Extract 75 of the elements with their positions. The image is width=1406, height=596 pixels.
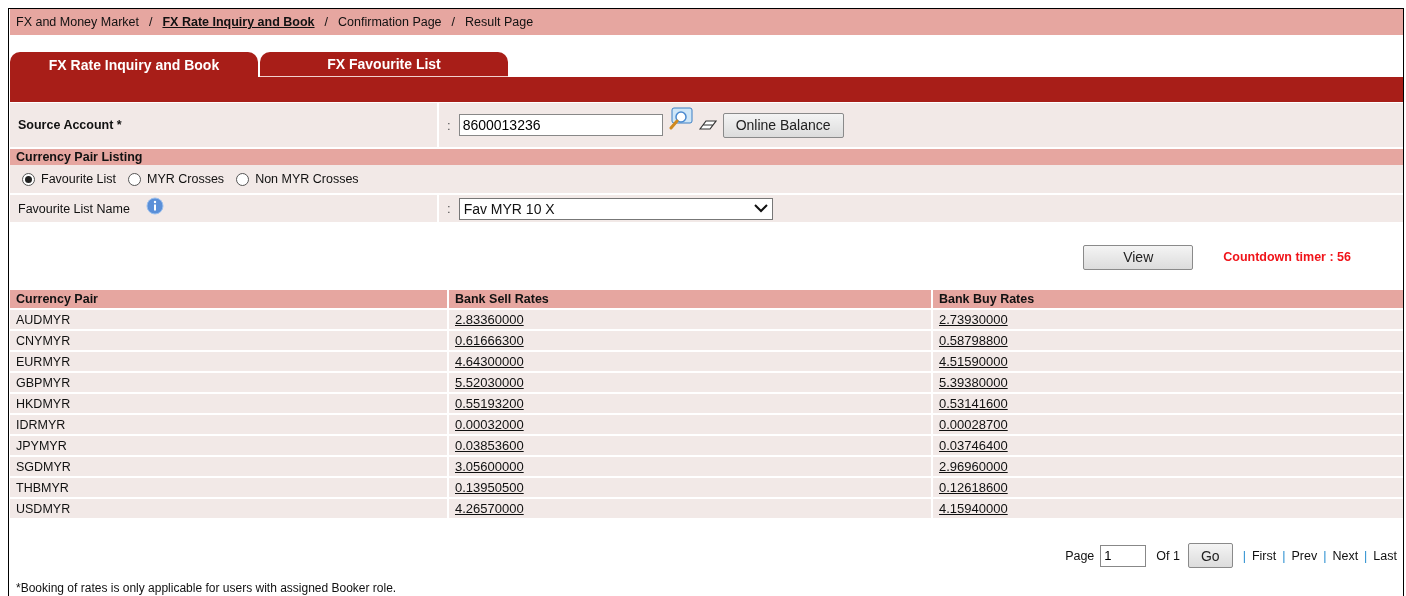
breadcrumb-link[interactable]: Confirmation Page <box>338 15 442 29</box>
page-input[interactable]: 1 <box>1100 544 1147 567</box>
page-label: Page <box>1065 548 1095 563</box>
breadcrumb-link[interactable]: FX Rate Inquiry and Book <box>162 15 315 29</box>
rate-link[interactable]: 0.58798800 <box>939 333 1008 348</box>
breadcrumb-link[interactable]: Result Page <box>465 15 534 29</box>
pager-link[interactable]: Prev <box>1291 548 1318 563</box>
rate-link[interactable]: 0.13950500 <box>455 480 524 495</box>
rate-link[interactable]: 0.03746400 <box>939 438 1008 453</box>
go-button[interactable]: Go <box>1187 543 1233 568</box>
rate-link[interactable]: 0.61666300 <box>455 333 524 348</box>
radio-button[interactable] <box>236 172 250 186</box>
online-balance-button[interactable]: Online Balance <box>722 112 844 138</box>
search-icon[interactable] <box>668 107 693 131</box>
view-button[interactable]: View <box>1083 244 1194 270</box>
rate-link[interactable]: 2.96960000 <box>939 459 1008 474</box>
pager-link[interactable]: First <box>1251 548 1277 563</box>
pager-link[interactable]: Last <box>1373 548 1397 563</box>
radio-button[interactable] <box>22 172 35 186</box>
column-header: Bank Sell Rates <box>447 290 931 308</box>
column-header: Bank Buy Rates <box>931 290 1403 308</box>
rate-link[interactable]: 4.64300000 <box>455 354 524 369</box>
breadcrumb-separator: / <box>324 15 329 29</box>
pager-link[interactable]: Next <box>1332 548 1359 563</box>
table-cell-text: SGDMYR <box>15 458 72 476</box>
rate-link[interactable]: 2.83360000 <box>455 312 524 327</box>
table-cell-text: IDRMYR <box>15 416 67 434</box>
breadcrumb-separator: / <box>148 15 153 29</box>
radio-button[interactable] <box>128 172 142 186</box>
tab[interactable]: FX Favourite List <box>260 52 508 77</box>
rate-link[interactable]: 0.55193200 <box>455 396 524 411</box>
colon: : <box>447 117 451 133</box>
table-cell-text: AUDMYR <box>15 311 72 329</box>
page-count: Of 1 <box>1156 548 1180 563</box>
rate-link[interactable]: 0.12618600 <box>939 480 1008 495</box>
colon: : <box>447 201 451 216</box>
table-cell-text: GBPMYR <box>15 374 72 392</box>
pager-separator: | <box>1242 548 1246 563</box>
rate-link[interactable]: 0.53141600 <box>939 396 1008 411</box>
pager-separator: | <box>1323 548 1327 563</box>
footnote: *Booking of rates is only applicable for users with assigned Booker role. <box>15 581 398 596</box>
rate-link[interactable]: 5.39380000 <box>939 375 1008 390</box>
rate-link[interactable]: 0.00032000 <box>455 417 524 432</box>
rate-link[interactable]: 4.51590000 <box>939 354 1008 369</box>
chevron-down-icon[interactable] <box>753 204 768 213</box>
rate-link[interactable]: 5.52030000 <box>455 375 524 390</box>
rate-link[interactable]: 3.05600000 <box>455 459 524 474</box>
table-cell-text: HKDMYR <box>15 395 72 413</box>
radio-option[interactable]: MYR Crosses <box>128 172 225 186</box>
rate-link[interactable]: 0.03853600 <box>455 438 524 453</box>
countdown-timer: Countdown timer : 56 <box>1223 250 1351 264</box>
rate-link[interactable]: 4.15940000 <box>939 501 1008 516</box>
tab[interactable]: FX Rate Inquiry and Book <box>10 52 258 77</box>
column-header: Currency Pair <box>15 291 99 308</box>
section-title: Currency Pair Listing <box>16 150 143 164</box>
breadcrumb-link[interactable]: FX and Money Market <box>16 15 139 29</box>
rate-link[interactable]: 0.00028700 <box>939 417 1008 432</box>
rate-link[interactable]: 4.26570000 <box>455 501 524 516</box>
pager-separator: | <box>1282 548 1286 563</box>
table-cell-text: USDMYR <box>15 500 72 518</box>
rate-link[interactable]: 2.73930000 <box>939 312 1008 327</box>
table-cell-text: EURMYR <box>15 353 72 371</box>
favourite-list-dropdown[interactable]: Fav MYR 10 X <box>458 197 773 220</box>
table-cell-text: JPYMYR <box>15 437 68 455</box>
field-label: Source Account * <box>18 118 122 132</box>
radio-option[interactable]: Non MYR Crosses <box>236 172 359 186</box>
info-icon[interactable] <box>145 196 164 215</box>
radio-option[interactable]: Favourite List <box>22 172 117 186</box>
account-input[interactable]: 8600013236 <box>458 114 663 136</box>
breadcrumb-separator: / <box>451 15 456 29</box>
pager-separator: | <box>1364 548 1368 563</box>
eraser-icon[interactable] <box>698 119 717 131</box>
field-label: Favourite List Name <box>18 201 130 216</box>
table-cell-text: THBMYR <box>15 479 70 497</box>
table-cell-text: CNYMYR <box>15 332 72 350</box>
